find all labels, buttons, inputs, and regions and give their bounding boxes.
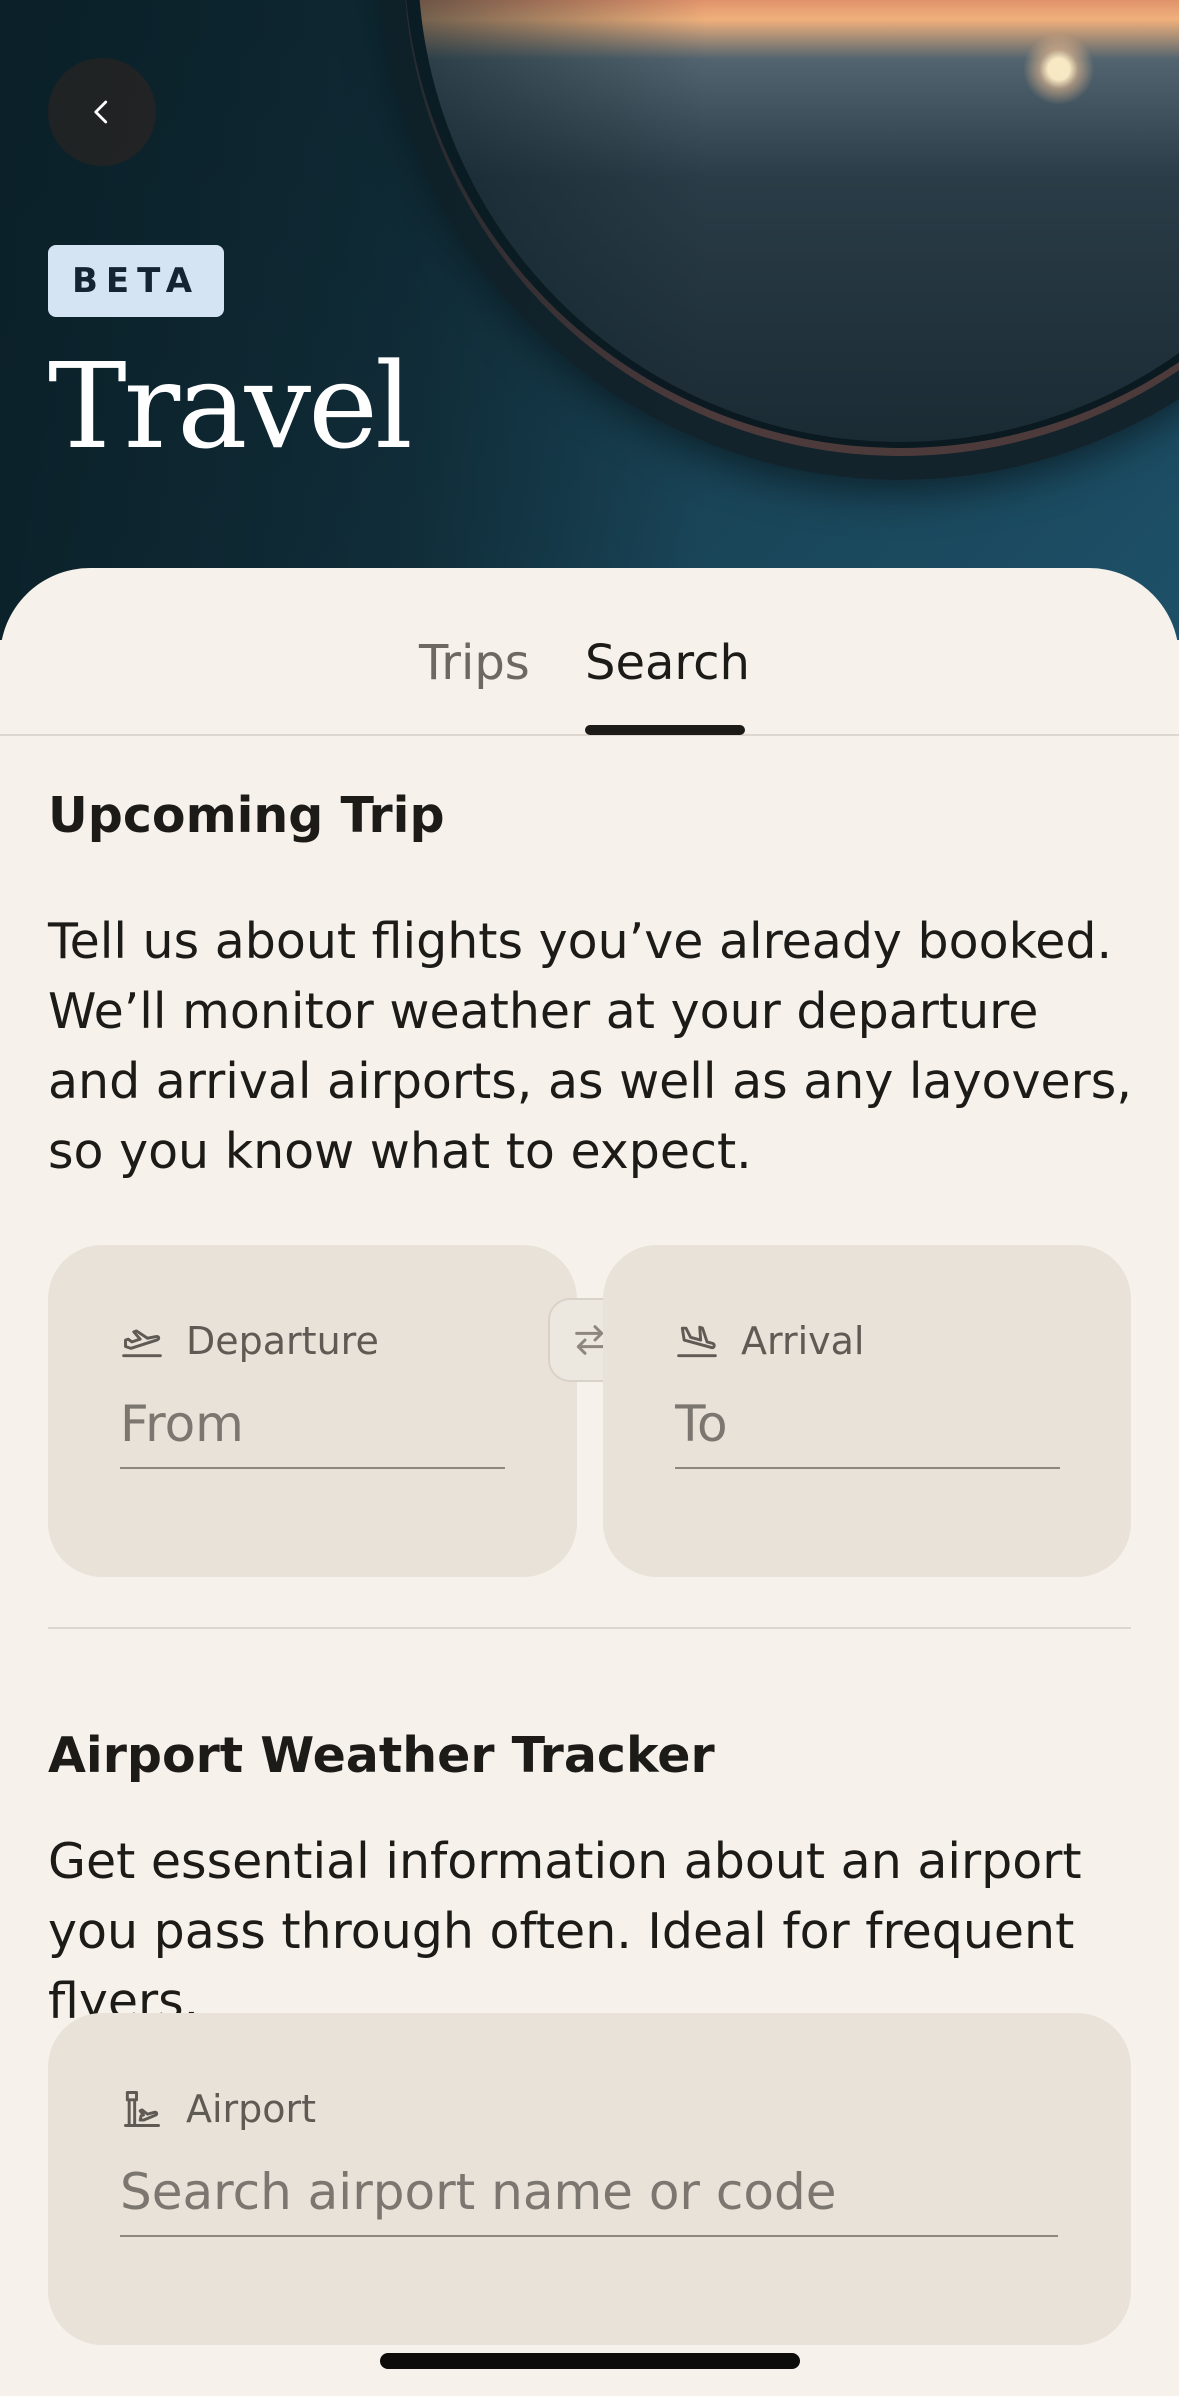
upcoming-trip-title: Upcoming Trip	[48, 787, 445, 844]
back-button[interactable]	[48, 58, 156, 166]
home-indicator	[380, 2353, 800, 2369]
tab-trips[interactable]: Trips	[419, 634, 530, 692]
page-title: Travel	[48, 337, 413, 475]
airport-tracker-title: Airport Weather Tracker	[48, 1727, 715, 1784]
beta-badge: BETA	[48, 245, 225, 317]
section-divider	[48, 1627, 1131, 1629]
departure-card[interactable]: Departure	[48, 1245, 577, 1577]
plane-takeoff-icon	[122, 1329, 162, 1358]
departure-input[interactable]	[120, 1395, 505, 1469]
upcoming-trip-description: Tell us about flights you’ve already boo…	[48, 913, 1132, 1180]
airport-search-input[interactable]	[120, 2163, 1058, 2237]
arrival-input[interactable]	[675, 1395, 1060, 1469]
departure-label: Departure	[186, 1319, 379, 1363]
arrival-card[interactable]: Arrival	[603, 1245, 1131, 1577]
active-tab-indicator	[585, 725, 745, 735]
hero-banner: BETA Travel	[0, 0, 1179, 640]
chevron-left-icon	[94, 100, 108, 124]
arrival-label: Arrival	[741, 1319, 865, 1363]
tab-bar: Trips Search	[0, 568, 1179, 736]
airport-card[interactable]: Airport	[48, 2013, 1131, 2345]
tab-search[interactable]: Search	[585, 634, 750, 692]
airport-tracker-description: Get essential information about an airpo…	[48, 1833, 1082, 2030]
airport-label: Airport	[186, 2087, 317, 2131]
plane-landing-icon	[677, 1325, 717, 1358]
control-tower-icon	[124, 2091, 160, 2127]
